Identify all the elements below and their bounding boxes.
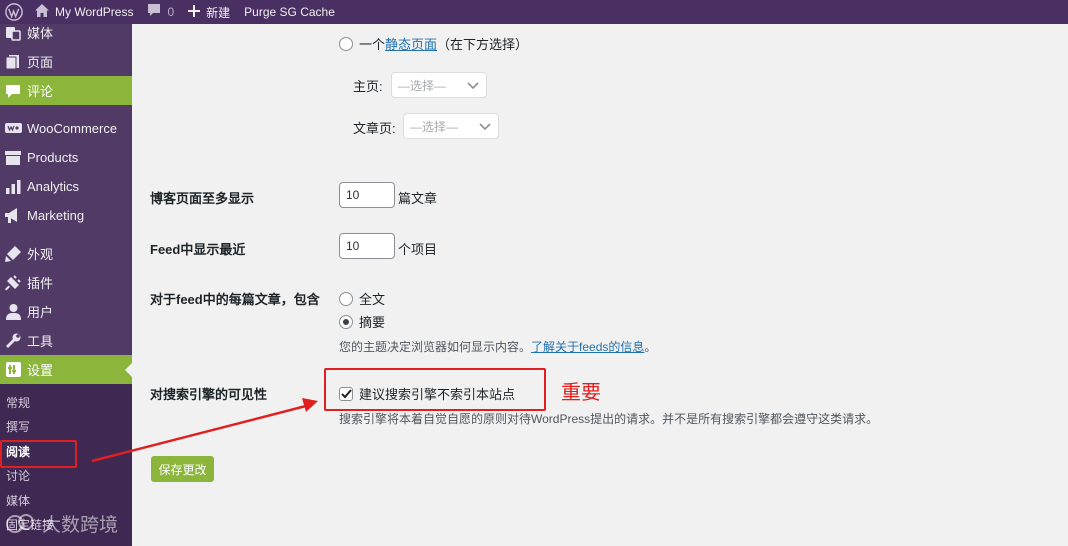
- purge-cache-link[interactable]: Purge SG Cache: [237, 0, 342, 24]
- chevron-down-icon: [467, 80, 479, 94]
- posts-per-page-input[interactable]: 10: [339, 182, 395, 208]
- chevron-down-icon: [479, 121, 491, 135]
- submenu-item-media[interactable]: 媒体: [0, 488, 132, 513]
- feed-content-description: 您的主题决定浏览器如何显示内容。了解关于feeds的信息。: [339, 338, 656, 355]
- posts-per-page-label: 博客页面至多显示: [150, 191, 255, 206]
- sidebar-item-label: 页面: [27, 55, 54, 70]
- comment-bubble-icon: [147, 4, 167, 20]
- sidebar-item-label: Marketing: [27, 208, 85, 223]
- sidebar-item-label: Products: [27, 150, 79, 165]
- sidebar-item-users[interactable]: 用户: [0, 297, 132, 326]
- sidebar-item-comments[interactable]: 评论: [0, 76, 132, 105]
- tools-icon: [4, 332, 22, 350]
- new-content-link[interactable]: 新建: [181, 0, 237, 24]
- marketing-icon: [4, 207, 22, 225]
- feed-recent-unit: 个项目: [398, 242, 438, 257]
- static-page-radio[interactable]: [339, 36, 353, 51]
- settings-icon: [4, 361, 22, 379]
- search-visibility-label: 对搜索引擎的可见性: [150, 387, 268, 402]
- sidebar-item-marketing[interactable]: Marketing: [0, 201, 132, 230]
- sidebar-item-label: 设置: [27, 363, 54, 378]
- plus-icon: [188, 4, 206, 20]
- feed-recent-label: Feed中显示最近: [150, 242, 246, 257]
- wordpress-logo-icon[interactable]: [0, 0, 28, 24]
- summary-radio[interactable]: [339, 314, 353, 329]
- sidebar-item-label: WooCommerce: [27, 121, 118, 136]
- search-visibility-description: 搜索引擎将本着自觉自愿的原则对待WordPress提出的请求。并不是所有搜索引擎…: [339, 412, 879, 426]
- sidebar-item-pages[interactable]: 页面: [0, 47, 132, 76]
- purge-label: Purge SG Cache: [244, 5, 335, 19]
- sidebar-item-label: 媒体: [27, 26, 54, 41]
- postspage-label: 文章页:: [353, 121, 396, 136]
- feed-recent-input[interactable]: 10: [339, 233, 395, 259]
- watermark: 大数跨境: [6, 510, 118, 537]
- annotation-box-checkbox: [324, 368, 546, 411]
- static-page-suffix: （在下方选择）: [437, 37, 529, 52]
- site-name-label: My WordPress: [55, 5, 134, 19]
- sidebar-item-label: 用户: [27, 305, 54, 320]
- sidebar-item-label: 外观: [27, 247, 54, 262]
- sidebar-item-label: 工具: [27, 334, 54, 349]
- submenu-item-writing[interactable]: 撰写: [0, 415, 132, 440]
- sidebar-item-label: 评论: [27, 84, 54, 99]
- static-page-prefix: 一个: [359, 37, 386, 52]
- feed-content-label: 对于feed中的每篇文章，包含: [150, 292, 320, 307]
- site-name-link[interactable]: My WordPress: [28, 0, 140, 24]
- postspage-select[interactable]: —选择—: [403, 113, 499, 139]
- users-icon: [4, 303, 22, 321]
- static-page-link[interactable]: 静态页面: [385, 34, 437, 53]
- products-icon: [4, 149, 22, 167]
- homepage-select-value: —选择—: [398, 78, 447, 93]
- sidebar-item-settings[interactable]: 设置: [0, 355, 132, 384]
- sidebar-item-woocommerce[interactable]: WooCommerce: [0, 114, 132, 143]
- save-changes-button[interactable]: 保存更改: [151, 456, 214, 482]
- admin-bar: My WordPress 0 新建 Purge SG Cache: [0, 0, 1068, 24]
- summary-label: 摘要: [359, 315, 386, 330]
- new-label: 新建: [206, 5, 231, 20]
- sidebar-item-plugins[interactable]: 插件: [0, 268, 132, 297]
- sidebar-item-products[interactable]: Products: [0, 143, 132, 172]
- feed-desc-text: 您的主题决定浏览器如何显示内容。: [339, 340, 532, 354]
- sidebar-item-appearance[interactable]: 外观: [0, 239, 132, 268]
- page-icon: [4, 53, 22, 71]
- media-icon: [4, 24, 22, 42]
- submenu-item-general[interactable]: 常规: [0, 390, 132, 415]
- annotation-important-text: 重要: [561, 380, 601, 404]
- homepage-label: 主页:: [353, 79, 383, 94]
- sidebar-item-label: 插件: [27, 276, 54, 291]
- feed-full-text-option[interactable]: 全文: [339, 289, 385, 308]
- comment-icon: [4, 82, 22, 100]
- watermark-text: 大数跨境: [42, 514, 119, 536]
- homepage-select[interactable]: —选择—: [391, 72, 487, 98]
- sidebar-item-media[interactable]: 媒体: [0, 24, 132, 47]
- posts-per-page-unit: 篇文章: [398, 191, 438, 206]
- watermark-logo-icon: [6, 512, 36, 536]
- annotation-box-reading: [0, 440, 77, 468]
- sidebar-item-analytics[interactable]: Analytics: [0, 172, 132, 201]
- postspage-select-value: —选择—: [410, 119, 459, 134]
- comments-count: 0: [167, 5, 175, 19]
- feeds-info-link[interactable]: 了解关于feeds的信息: [531, 340, 644, 354]
- analytics-icon: [4, 178, 22, 196]
- plugins-icon: [4, 274, 22, 292]
- home-icon: [35, 4, 55, 20]
- feed-desc-period: 。: [644, 340, 657, 354]
- full-text-label: 全文: [359, 292, 386, 307]
- full-text-radio[interactable]: [339, 291, 353, 306]
- sidebar-item-tools[interactable]: 工具: [0, 326, 132, 355]
- woo-icon: [4, 120, 22, 138]
- feed-summary-option[interactable]: 摘要: [339, 312, 385, 331]
- static-page-option[interactable]: 一个 静态页面 （在下方选择）: [339, 34, 528, 53]
- comments-link[interactable]: 0: [140, 0, 181, 24]
- appearance-icon: [4, 245, 22, 263]
- settings-content: 一个 静态页面 （在下方选择） 主页: —选择— 文章页: —选择— 博客页面至…: [132, 24, 1068, 546]
- sidebar-item-label: Analytics: [27, 179, 80, 194]
